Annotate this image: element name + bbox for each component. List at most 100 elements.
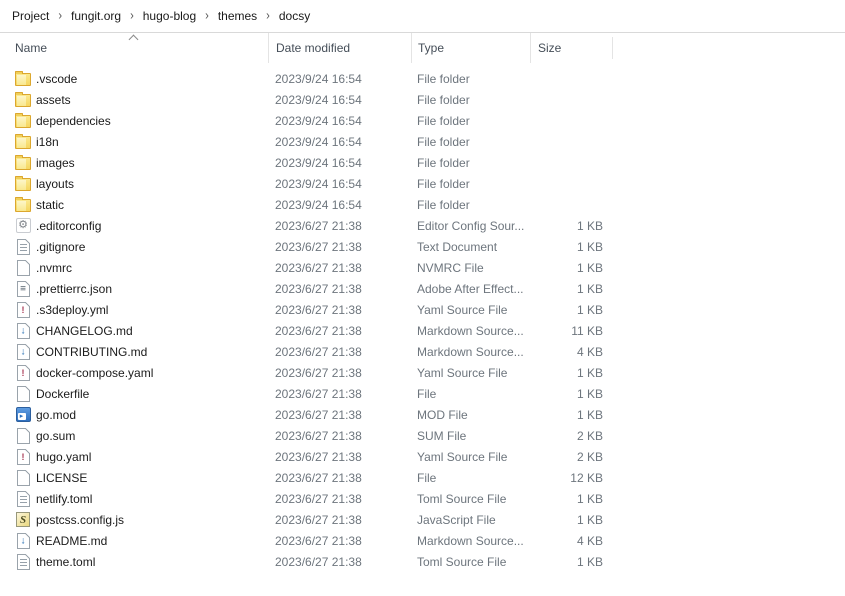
breadcrumb-item[interactable]: themes (218, 9, 257, 23)
file-type: SUM File (411, 429, 530, 443)
file-date-modified: 2023/9/24 16:54 (268, 156, 411, 170)
file-name-label: images (36, 156, 75, 170)
chevron-right-icon[interactable]: › (130, 9, 134, 23)
file-row[interactable]: layouts 2023/9/24 16:54 File folder (0, 173, 845, 194)
file-name-label: i18n (36, 135, 59, 149)
file-name-cell: theme.toml (0, 553, 268, 570)
text-document-icon (17, 239, 30, 255)
file-date-modified: 2023/6/27 21:38 (268, 345, 411, 359)
file-list: .vscode 2023/9/24 16:54 File folder asse… (0, 63, 845, 572)
file-row[interactable]: netlify.toml 2023/6/27 21:38 Toml Source… (0, 488, 845, 509)
file-date-modified: 2023/6/27 21:38 (268, 492, 411, 506)
file-row[interactable]: .nvmrc 2023/6/27 21:38 NVMRC File 1 KB (0, 257, 845, 278)
file-date-modified: 2023/9/24 16:54 (268, 198, 411, 212)
text-document-icon (17, 491, 30, 507)
yaml-file-icon: ! (17, 302, 30, 318)
file-name-label: Dockerfile (36, 387, 89, 401)
file-type: Toml Source File (411, 492, 530, 506)
file-row[interactable]: .vscode 2023/9/24 16:54 File folder (0, 68, 845, 89)
file-size: 1 KB (530, 555, 612, 569)
file-size: 2 KB (530, 429, 612, 443)
file-type: Toml Source File (411, 555, 530, 569)
file-row[interactable]: go.sum 2023/6/27 21:38 SUM File 2 KB (0, 425, 845, 446)
file-date-modified: 2023/9/24 16:54 (268, 135, 411, 149)
file-row[interactable]: ↓ README.md 2023/6/27 21:38 Markdown Sou… (0, 530, 845, 551)
blank-file-icon (17, 470, 30, 486)
file-size: 12 KB (530, 471, 612, 485)
file-name-label: .vscode (36, 72, 77, 86)
file-type: File folder (411, 72, 530, 86)
file-name-label: .gitignore (36, 240, 85, 254)
file-name-label: CONTRIBUTING.md (36, 345, 147, 359)
file-date-modified: 2023/6/27 21:38 (268, 429, 411, 443)
file-type: Yaml Source File (411, 303, 530, 317)
file-name-label: theme.toml (36, 555, 95, 569)
column-header-type[interactable]: Type (411, 33, 530, 63)
blank-file-icon (17, 386, 30, 402)
breadcrumb-item[interactable]: Project (12, 9, 49, 23)
yaml-file-icon: ! (17, 449, 30, 465)
file-size: 2 KB (530, 450, 612, 464)
javascript-file-icon: S (16, 512, 30, 527)
file-date-modified: 2023/6/27 21:38 (268, 534, 411, 548)
file-row[interactable]: images 2023/9/24 16:54 File folder (0, 152, 845, 173)
blank-file-icon (17, 260, 30, 276)
file-type: File (411, 471, 530, 485)
file-name-cell: images (0, 154, 268, 171)
file-date-modified: 2023/6/27 21:38 (268, 240, 411, 254)
file-type: Editor Config Sour... (411, 219, 530, 233)
file-row[interactable]: S postcss.config.js 2023/6/27 21:38 Java… (0, 509, 845, 530)
file-row[interactable]: ! .s3deploy.yml 2023/6/27 21:38 Yaml Sou… (0, 299, 845, 320)
file-size: 4 KB (530, 534, 612, 548)
file-name-cell: ↓ CHANGELOG.md (0, 322, 268, 339)
file-row[interactable]: ! docker-compose.yaml 2023/6/27 21:38 Ya… (0, 362, 845, 383)
file-type: File (411, 387, 530, 401)
file-row[interactable]: .gitignore 2023/6/27 21:38 Text Document… (0, 236, 845, 257)
column-header-date-modified[interactable]: Date modified (268, 33, 411, 63)
file-date-modified: 2023/6/27 21:38 (268, 555, 411, 569)
folder-icon (15, 136, 31, 149)
file-size: 1 KB (530, 366, 612, 380)
file-row[interactable]: i18n 2023/9/24 16:54 File folder (0, 131, 845, 152)
file-name-cell: ↓ CONTRIBUTING.md (0, 343, 268, 360)
file-type: MOD File (411, 408, 530, 422)
file-row[interactable]: ▸ go.mod 2023/6/27 21:38 MOD File 1 KB (0, 404, 845, 425)
file-row[interactable]: static 2023/9/24 16:54 File folder (0, 194, 845, 215)
column-divider (612, 37, 613, 59)
file-type: Adobe After Effect... (411, 282, 530, 296)
breadcrumb-item[interactable]: fungit.org (71, 9, 121, 23)
file-row[interactable]: ⚙ .editorconfig 2023/6/27 21:38 Editor C… (0, 215, 845, 236)
file-date-modified: 2023/6/27 21:38 (268, 366, 411, 380)
file-name-cell: .nvmrc (0, 259, 268, 276)
chevron-right-icon[interactable]: › (58, 9, 62, 23)
file-name-cell: dependencies (0, 112, 268, 129)
file-row[interactable]: ↓ CONTRIBUTING.md 2023/6/27 21:38 Markdo… (0, 341, 845, 362)
file-row[interactable]: ≡ .prettierrc.json 2023/6/27 21:38 Adobe… (0, 278, 845, 299)
chevron-right-icon[interactable]: › (266, 9, 270, 23)
breadcrumb-item[interactable]: hugo-blog (143, 9, 196, 23)
column-header-size[interactable]: Size (530, 33, 612, 63)
column-header-name[interactable]: Name (0, 33, 268, 63)
text-document-icon (17, 554, 30, 570)
file-name-label: .s3deploy.yml (36, 303, 108, 317)
file-row[interactable]: dependencies 2023/9/24 16:54 File folder (0, 110, 845, 131)
file-name-cell: static (0, 196, 268, 213)
file-row[interactable]: ↓ CHANGELOG.md 2023/6/27 21:38 Markdown … (0, 320, 845, 341)
file-size: 1 KB (530, 303, 612, 317)
file-name-cell: layouts (0, 175, 268, 192)
file-row[interactable]: ! hugo.yaml 2023/6/27 21:38 Yaml Source … (0, 446, 845, 467)
file-row[interactable]: theme.toml 2023/6/27 21:38 Toml Source F… (0, 551, 845, 572)
file-name-label: static (36, 198, 64, 212)
file-row[interactable]: assets 2023/9/24 16:54 File folder (0, 89, 845, 110)
file-name-cell: ! .s3deploy.yml (0, 301, 268, 318)
breadcrumb-item[interactable]: docsy (279, 9, 310, 23)
file-row[interactable]: Dockerfile 2023/6/27 21:38 File 1 KB (0, 383, 845, 404)
file-name-label: hugo.yaml (36, 450, 91, 464)
list-file-icon: ≡ (17, 281, 30, 297)
column-header-name-label: Name (15, 41, 47, 55)
file-type: JavaScript File (411, 513, 530, 527)
file-date-modified: 2023/6/27 21:38 (268, 303, 411, 317)
file-row[interactable]: LICENSE 2023/6/27 21:38 File 12 KB (0, 467, 845, 488)
folder-icon (15, 73, 31, 86)
chevron-right-icon[interactable]: › (205, 9, 209, 23)
